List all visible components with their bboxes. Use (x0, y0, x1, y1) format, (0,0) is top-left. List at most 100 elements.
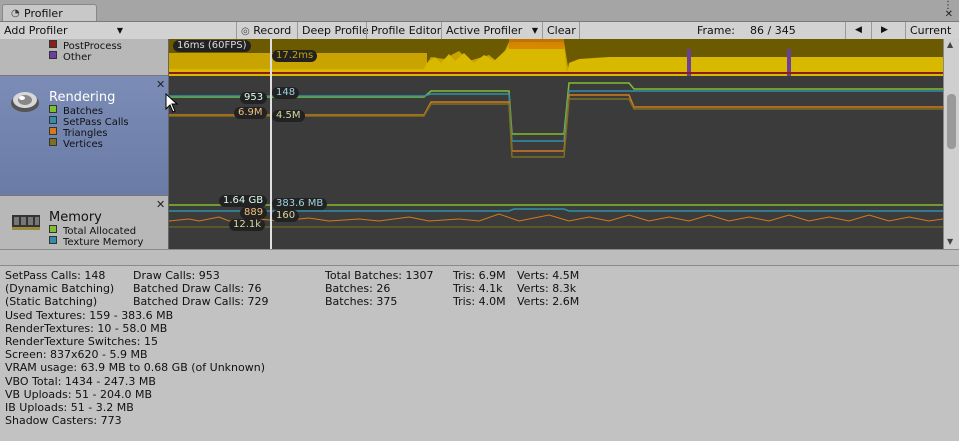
profiler-module-list: PostProcess Other Rendering ✕ Batches Se… (0, 39, 169, 249)
panel-splitter[interactable] (0, 249, 959, 266)
batches-value: 953 (240, 92, 268, 104)
detail-line: Used Textures: 159 - 383.6 MB (5, 308, 174, 322)
legend-item[interactable]: Vertices (49, 138, 129, 150)
tab-bar: ◔ Profiler ⋮ ✕ (0, 0, 959, 22)
memory-chip-icon (12, 215, 40, 230)
active-profiler-label: Active Profiler (446, 24, 523, 37)
rendering-details-panel: SetPass Calls: 148 (Dynamic Batching) (S… (0, 266, 959, 441)
swatch (49, 105, 57, 113)
scroll-up-icon[interactable]: ▲ (947, 40, 953, 49)
swatch (49, 51, 57, 59)
add-profiler-label: Add Profiler (4, 24, 68, 37)
legend-item[interactable]: Other (49, 51, 122, 63)
swatch (49, 138, 57, 146)
scroll-down-icon[interactable]: ▼ (947, 237, 953, 246)
dropdown-arrow-icon: ▼ (116, 26, 123, 35)
detail-line: VB Uploads: 51 - 204.0 MB (5, 387, 153, 401)
tab-profiler[interactable]: ◔ Profiler (2, 4, 97, 21)
swatch (49, 236, 57, 244)
detail-line: Tris: 6.9M (453, 269, 506, 282)
profile-editor-button[interactable]: Profile Editor (366, 22, 441, 39)
legend-item[interactable]: Total Allocated (49, 225, 143, 237)
next-frame-button[interactable]: ▶ (871, 22, 897, 39)
record-button[interactable]: ◎ Record (236, 22, 297, 39)
detail-line: VBO Total: 1434 - 247.3 MB (5, 374, 156, 388)
mouse-pointer-icon (165, 93, 179, 113)
tab-profiler-label: Profiler (24, 7, 63, 20)
swatch (49, 127, 57, 135)
current-frame-button[interactable]: Current (905, 22, 959, 39)
deep-profile-button[interactable]: Deep Profile (297, 22, 369, 39)
detail-line: Verts: 8.3k (517, 282, 577, 296)
detail-line: Batches: 375 (325, 295, 398, 309)
prev-frame-button[interactable]: ◀ (845, 22, 871, 39)
detail-line: Tris: 4.1k (453, 282, 503, 296)
rendering-module[interactable]: Rendering ✕ Batches SetPass Calls Triang… (0, 76, 168, 196)
legend-item[interactable]: Batches (49, 105, 129, 117)
memory-objects-value: 12.1k (229, 219, 266, 231)
graph-vertical-scrollbar[interactable]: ▲ ▼ (943, 39, 959, 249)
detail-line: Batched Draw Calls: 729 (133, 295, 269, 309)
total-allocated-value: 1.64 GB (219, 195, 268, 207)
swatch (49, 116, 57, 124)
triangles-value: 6.9M (234, 107, 267, 119)
rendering-legend: Batches SetPass Calls Triangles Vertices (49, 105, 129, 150)
detail-line: Tris: 4.0M (453, 295, 506, 309)
active-profiler-dropdown[interactable]: Active Profiler ▼ (441, 22, 542, 39)
detail-line: Batched Draw Calls: 76 (133, 282, 262, 296)
cpu-module[interactable]: PostProcess Other (0, 39, 168, 76)
scroll-thumb[interactable] (947, 94, 956, 149)
record-icon: ◎ (241, 26, 250, 37)
memory-legend: Total Allocated Texture Memory (49, 225, 143, 248)
setpass-value: 148 (272, 87, 300, 99)
add-profiler-dropdown[interactable]: Add Profiler ▼ (0, 22, 127, 39)
detail-line: Total Batches: 1307 (325, 269, 434, 282)
cpu-spike (509, 39, 564, 49)
detail-line: Verts: 2.6M (517, 295, 580, 309)
detail-line: IB Uploads: 51 - 3.2 MB (5, 400, 134, 414)
details-column-3: Total Batches: 1307 Batches: 26 Batches:… (325, 269, 434, 309)
memory-small-value: 160 (272, 210, 300, 222)
window-controls: ⋮ ✕ (943, 1, 953, 20)
detail-line: Draw Calls: 953 (133, 269, 220, 282)
dropdown-arrow-icon: ▼ (531, 26, 538, 35)
cpu-other-marker (787, 49, 791, 76)
toolbar: Add Profiler ▼ ◎ Record Deep Profile Pro… (0, 22, 959, 40)
detail-line: Batches: 26 (325, 282, 391, 296)
close-module-icon[interactable]: ✕ (156, 198, 165, 211)
clock-icon: ◔ (11, 8, 20, 19)
detail-line: Shadow Casters: 773 (5, 414, 122, 428)
profiler-graph-area[interactable]: 16ms (60FPS) 17.2ms 953 148 6.9M 4.5M 1.… (169, 39, 943, 249)
detail-line: Screen: 837x620 - 5.9 MB (5, 348, 148, 362)
details-column-4: Tris: 6.9M Tris: 4.1k Tris: 4.0M (453, 269, 506, 309)
legend-item[interactable]: SetPass Calls (49, 116, 129, 128)
cpu-other-marker (687, 49, 691, 76)
close-icon[interactable]: ✕ (943, 10, 953, 20)
cpu-time-label: 17.2ms (272, 50, 318, 62)
swatch (49, 40, 57, 48)
detail-line: RenderTextures: 10 - 58.0 MB (5, 321, 168, 335)
clear-button[interactable]: Clear (542, 22, 580, 39)
vertices-value: 4.5M (272, 110, 305, 122)
details-column-2: Draw Calls: 953 Batched Draw Calls: 76 B… (133, 269, 269, 309)
detail-line: Verts: 4.5M (517, 269, 580, 282)
texture-memory-value: 383.6 MB (272, 198, 328, 210)
detail-line: RenderTexture Switches: 15 (5, 334, 158, 348)
details-column-5: Verts: 4.5M Verts: 8.3k Verts: 2.6M (517, 269, 579, 309)
legend-item[interactable]: Texture Memory (49, 236, 143, 248)
memory-count-value: 889 (240, 207, 268, 219)
frame-label: Frame: (697, 24, 735, 37)
detail-line: VRAM usage: 63.9 MB to 0.68 GB (of Unkno… (5, 361, 265, 375)
legend-item[interactable]: Triangles (49, 127, 129, 139)
frame-counter: 86 / 345 (750, 24, 796, 37)
swatch (49, 225, 57, 233)
memory-module[interactable]: Memory ✕ Total Allocated Texture Memory (0, 196, 168, 249)
rendering-title: Rendering (49, 90, 116, 105)
cpu-fps-label: 16ms (60FPS) (173, 40, 251, 52)
close-module-icon[interactable]: ✕ (156, 78, 165, 91)
memory-title: Memory (49, 210, 102, 225)
rendering-sphere-icon (11, 92, 39, 112)
cpu-legend: PostProcess Other (49, 40, 122, 63)
record-label: Record (253, 24, 292, 37)
legend-item[interactable]: PostProcess (49, 40, 122, 52)
